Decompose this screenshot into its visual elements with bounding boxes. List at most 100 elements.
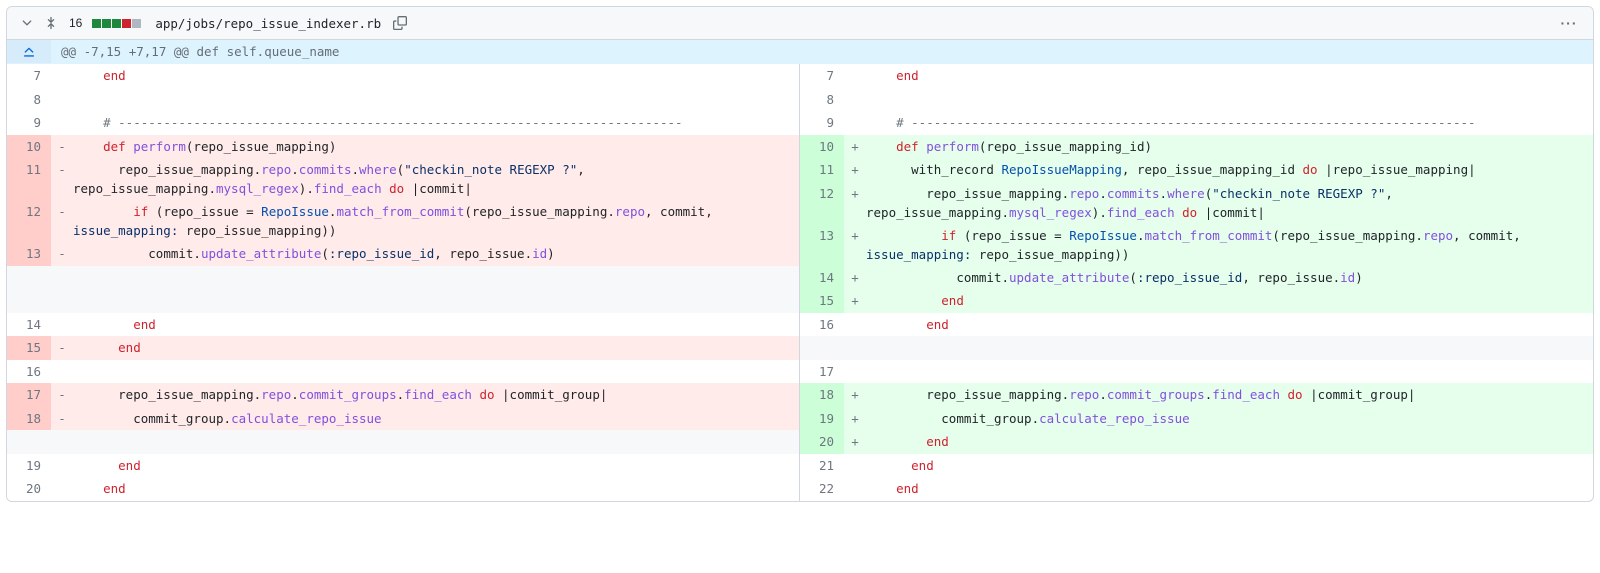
diff-table: 7 end89 # ------------------------------… (7, 64, 1593, 501)
diff-marker (51, 64, 73, 88)
diff-marker: + (844, 407, 866, 431)
line-number[interactable]: 13 (800, 224, 844, 266)
line-number[interactable]: 17 (7, 383, 51, 407)
code-content: repo_issue_mapping.repo.commit_groups.fi… (866, 383, 1593, 407)
file-menu-icon[interactable]: ··· (1557, 15, 1581, 31)
diff-line: 19 end (7, 454, 799, 478)
diff-marker: - (51, 158, 73, 200)
diff-marker: - (51, 407, 73, 431)
code-content: end (866, 430, 1593, 454)
line-number[interactable]: 18 (7, 407, 51, 431)
code-content: commit_group.calculate_repo_issue (866, 407, 1593, 431)
diff-marker: + (844, 289, 866, 313)
code-content: end (866, 289, 1593, 313)
line-number[interactable]: 7 (7, 64, 51, 88)
diff-line: 8 (7, 88, 799, 112)
line-number[interactable]: 12 (7, 200, 51, 242)
line-number[interactable]: 11 (800, 158, 844, 182)
line-number[interactable]: 18 (800, 383, 844, 407)
diff-line: 7 end (800, 64, 1593, 88)
line-number[interactable]: 15 (800, 289, 844, 313)
line-number[interactable]: 13 (7, 242, 51, 266)
line-number[interactable]: 19 (7, 454, 51, 478)
line-number[interactable]: 14 (800, 266, 844, 290)
diff-line: 17 (800, 360, 1593, 384)
line-number[interactable]: 20 (7, 477, 51, 501)
diff-empty-row (7, 430, 799, 454)
hunk-header-text: @@ -7,15 +7,17 @@ def self.queue_name (51, 40, 1593, 63)
line-number[interactable]: 19 (800, 407, 844, 431)
diff-line: 7 end (7, 64, 799, 88)
diffstat-added-square (92, 19, 101, 28)
line-number[interactable]: 10 (7, 135, 51, 159)
diffstat (92, 19, 141, 28)
line-number[interactable]: 16 (7, 360, 51, 384)
line-number[interactable]: 7 (800, 64, 844, 88)
diff-line: 13+ if (repo_issue = RepoIssue.match_fro… (800, 224, 1593, 266)
line-number[interactable]: 12 (800, 182, 844, 224)
line-number[interactable]: 17 (800, 360, 844, 384)
line-number[interactable]: 11 (7, 158, 51, 200)
diff-line: 20 end (7, 477, 799, 501)
diff-empty-row (7, 266, 799, 290)
line-number[interactable]: 22 (800, 477, 844, 501)
copy-path-icon[interactable] (393, 15, 409, 31)
code-content: # --------------------------------------… (866, 111, 1593, 135)
code-content: end (866, 454, 1593, 478)
code-content (73, 289, 799, 313)
line-number[interactable]: 9 (7, 111, 51, 135)
diff-marker (844, 313, 866, 337)
diff-marker: + (844, 383, 866, 407)
collapse-toggle-icon[interactable] (19, 15, 35, 31)
diff-marker (51, 111, 73, 135)
line-number[interactable]: 8 (800, 88, 844, 112)
code-content: end (73, 454, 799, 478)
diff-marker: + (844, 158, 866, 182)
code-content: if (repo_issue = RepoIssue.match_from_co… (866, 224, 1593, 266)
expand-file-icon[interactable] (43, 15, 59, 31)
code-content (73, 430, 799, 454)
code-content: end (73, 336, 799, 360)
diff-marker: + (844, 266, 866, 290)
diff-line: 9 # ------------------------------------… (7, 111, 799, 135)
line-number[interactable]: 21 (800, 454, 844, 478)
line-number[interactable]: 16 (800, 313, 844, 337)
code-content: if (repo_issue = RepoIssue.match_from_co… (73, 200, 799, 242)
diff-marker (844, 360, 866, 384)
code-content: def perform(repo_issue_mapping_id) (866, 135, 1593, 159)
diff-marker (51, 477, 73, 501)
file-path[interactable]: app/jobs/repo_issue_indexer.rb (155, 16, 381, 31)
diff-empty-row (800, 336, 1593, 360)
lines-changed-count: 16 (69, 16, 82, 30)
code-content: repo_issue_mapping.repo.commit_groups.fi… (73, 383, 799, 407)
line-number[interactable]: 14 (7, 313, 51, 337)
diff-marker (844, 88, 866, 112)
line-number[interactable]: 10 (800, 135, 844, 159)
diff-marker (844, 454, 866, 478)
code-content (866, 336, 1593, 360)
diff-empty-row (7, 289, 799, 313)
diff-line: 16 (7, 360, 799, 384)
diff-marker (51, 88, 73, 112)
diff-marker (51, 289, 73, 313)
diff-right-side: 7 end89 # ------------------------------… (800, 64, 1593, 501)
code-content: with_record RepoIssueMapping, repo_issue… (866, 158, 1593, 182)
diff-line: 11- repo_issue_mapping.repo.commits.wher… (7, 158, 799, 200)
diff-marker (51, 454, 73, 478)
diffstat-neutral-square (132, 19, 141, 28)
code-content: commit_group.calculate_repo_issue (73, 407, 799, 431)
line-number[interactable]: 15 (7, 336, 51, 360)
line-number[interactable]: 8 (7, 88, 51, 112)
diff-line: 10- def perform(repo_issue_mapping) (7, 135, 799, 159)
diff-line: 17- repo_issue_mapping.repo.commit_group… (7, 383, 799, 407)
code-content: commit.update_attribute(:repo_issue_id, … (73, 242, 799, 266)
diff-line: 21 end (800, 454, 1593, 478)
expand-up-icon[interactable] (7, 40, 51, 63)
diff-marker: - (51, 200, 73, 242)
diff-line: 11+ with_record RepoIssueMapping, repo_i… (800, 158, 1593, 182)
diff-left-side: 7 end89 # ------------------------------… (7, 64, 800, 501)
diff-line: 19+ commit_group.calculate_repo_issue (800, 407, 1593, 431)
line-number[interactable]: 20 (800, 430, 844, 454)
line-number[interactable]: 9 (800, 111, 844, 135)
diff-line: 8 (800, 88, 1593, 112)
